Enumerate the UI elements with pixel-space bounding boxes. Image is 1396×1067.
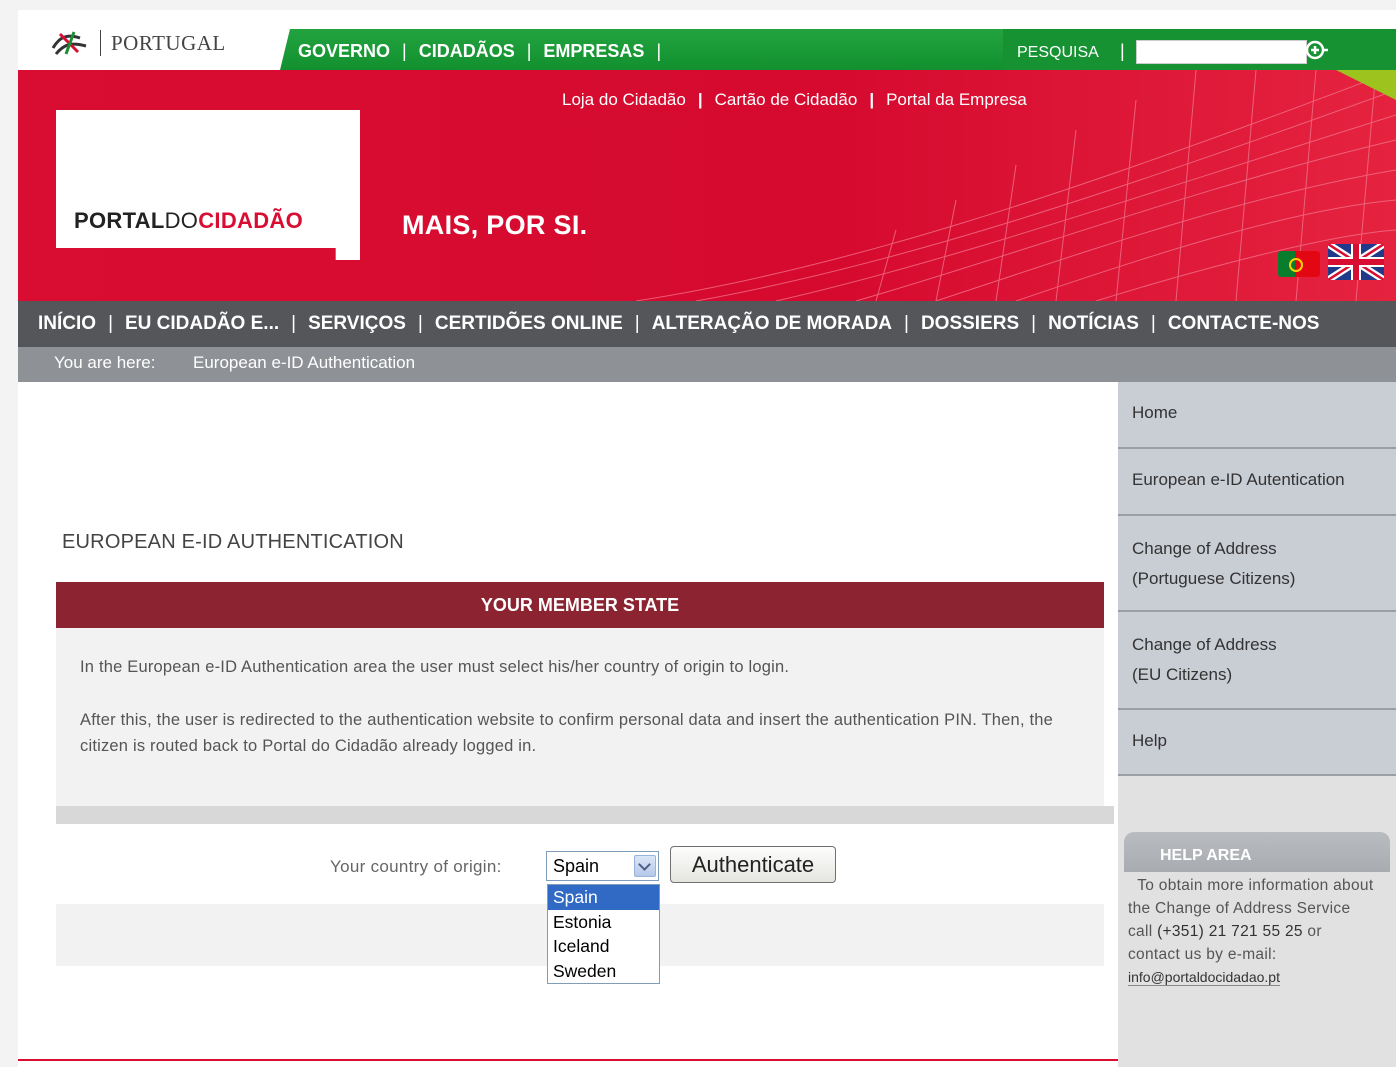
link-portal-da-empresa[interactable]: Portal da Empresa: [886, 90, 1027, 110]
info-paragraph-1: In the European e-ID Authentication area…: [80, 658, 790, 676]
brand-wordmark: PORTALDOCIDADÃO: [74, 208, 303, 234]
portal-do-cidadao-logo[interactable]: PORTALDOCIDADÃO: [56, 110, 360, 260]
brand-cidadao: CIDADÃO: [198, 208, 303, 233]
portugal-emblem-icon: [51, 31, 87, 55]
nav-separator: |: [108, 313, 113, 334]
mainnav-servicos[interactable]: SERVIÇOS: [308, 313, 406, 335]
mainnav-noticias[interactable]: NOTÍCIAS: [1048, 313, 1139, 335]
help-area-title: HELP AREA: [1160, 847, 1252, 864]
logo-corner-icon: [336, 231, 360, 255]
sidebar-item-sublabel: (EU Citizens): [1132, 665, 1233, 684]
country-option-sweden[interactable]: Sweden: [548, 959, 659, 984]
sidebar-item-label: Change of Address: [1132, 539, 1277, 558]
authenticate-button[interactable]: Authenticate: [670, 846, 836, 883]
portugal-logo-text: PORTUGAL: [111, 30, 226, 55]
country-dropdown-list: Spain Estonia Iceland Sweden: [547, 884, 660, 984]
link-cartao-de-cidadao[interactable]: Cartão de Cidadão: [715, 90, 858, 110]
breadcrumb-current[interactable]: European e-ID Authentication: [193, 353, 415, 373]
mainnav-eu-cidadao[interactable]: EU CIDADÃO E...: [125, 313, 279, 335]
sidebar-item-home[interactable]: Home: [1118, 382, 1396, 449]
nav-separator: |: [291, 313, 297, 334]
nav-separator: |: [402, 41, 407, 61]
help-phone: (+351) 21 721 55 25: [1157, 923, 1303, 940]
nav-separator: |: [656, 41, 662, 61]
sidebar-item-label: European e-ID Autentication: [1132, 470, 1345, 489]
footer-divider: [18, 1059, 1118, 1061]
chevron-down-icon[interactable]: [634, 855, 656, 877]
help-area-text: To obtain more information about the Cha…: [1128, 874, 1378, 966]
header-banner: Loja do Cidadão | Cartão de Cidadão | Po…: [18, 70, 1396, 301]
country-select[interactable]: Spain: [546, 851, 659, 881]
nav-empresas[interactable]: EMPRESAS: [543, 41, 644, 62]
audience-nav: GOVERNO | CIDADÃOS | EMPRESAS |: [298, 41, 673, 62]
uk-flag-icon[interactable]: [1328, 244, 1384, 280]
mainnav-alteracao-de-morada[interactable]: ALTERAÇÃO DE MORADA: [652, 313, 892, 335]
nav-governo[interactable]: GOVERNO: [298, 41, 390, 62]
page: PORTUGAL GOVERNO | CIDADÃOS | EMPRESAS |…: [18, 10, 1396, 1067]
service-links: Loja do Cidadão | Cartão de Cidadão | Po…: [562, 90, 1027, 110]
slogan: MAIS, POR SI.: [402, 210, 588, 240]
main-nav: INÍCIO | EU CIDADÃO E... | SERVIÇOS | CE…: [18, 301, 1396, 347]
country-option-spain[interactable]: Spain: [548, 885, 659, 910]
nav-cidadaos[interactable]: CIDADÃOS: [419, 41, 515, 62]
breadcrumb-label: You are here:: [54, 353, 156, 372]
info-box: In the European e-ID Authentication area…: [56, 628, 1104, 806]
help-area-header: HELP AREA: [1124, 832, 1390, 872]
link-separator: |: [869, 90, 875, 109]
nav-separator: |: [1031, 313, 1037, 334]
sidebar-item-label: Help: [1132, 731, 1167, 750]
nav-separator: |: [1150, 313, 1156, 334]
portugal-logo[interactable]: PORTUGAL: [50, 28, 226, 58]
page-title: EUROPEAN E-ID AUTHENTICATION: [62, 531, 404, 553]
mainnav-contacte-nos[interactable]: CONTACTE-NOS: [1168, 313, 1320, 335]
brand-portal: PORTAL: [74, 208, 165, 233]
member-state-title: YOUR MEMBER STATE: [480, 595, 680, 615]
nav-separator: |: [904, 313, 909, 334]
flag-emblem: [1289, 258, 1303, 272]
nav-separator: |: [526, 41, 532, 61]
sidebar-item-change-address-eu[interactable]: Change of Address (EU Citizens): [1118, 612, 1396, 710]
country-select-value: Spain: [553, 856, 600, 876]
logo-divider: [100, 30, 101, 56]
brand-do: DO: [164, 208, 199, 233]
search-separator: |: [1120, 41, 1125, 61]
sidebar-item-label: Home: [1132, 403, 1178, 422]
sidebar-item-label: Change of Address: [1132, 635, 1277, 654]
sidebar-item-help[interactable]: Help: [1118, 710, 1396, 776]
nav-separator: |: [634, 313, 640, 334]
sidebar-item-change-address-pt[interactable]: Change of Address (Portuguese Citizens): [1118, 516, 1396, 612]
portuguese-flag-icon[interactable]: [1278, 251, 1320, 277]
member-state-header: YOUR MEMBER STATE: [56, 582, 1104, 628]
sidebar-item-sublabel: (Portuguese Citizens): [1132, 569, 1296, 588]
mainnav-certidoes-online[interactable]: CERTIDÕES ONLINE: [435, 313, 623, 335]
link-loja-do-cidadao[interactable]: Loja do Cidadão: [562, 90, 686, 110]
search-input[interactable]: [1136, 40, 1307, 64]
country-option-iceland[interactable]: Iceland: [548, 934, 659, 959]
help-email-link[interactable]: info@portaldocidadao.pt: [1128, 969, 1280, 986]
search-label: PESQUISA: [1017, 44, 1099, 61]
divider-strip: [56, 806, 1114, 824]
search-go-icon[interactable]: [1305, 38, 1329, 62]
breadcrumb: You are here: European e-ID Authenticati…: [18, 347, 1396, 382]
country-option-estonia[interactable]: Estonia: [548, 910, 659, 935]
info-paragraph-2: After this, the user is redirected to th…: [80, 711, 1054, 755]
country-label: Your country of origin:: [330, 857, 502, 876]
nav-separator: |: [417, 313, 423, 334]
link-separator: |: [697, 90, 703, 109]
sidebar-item-eid-authentication[interactable]: European e-ID Autentication: [1118, 449, 1396, 516]
mainnav-dossiers[interactable]: DOSSIERS: [921, 313, 1019, 335]
mainnav-inicio[interactable]: INÍCIO: [38, 313, 96, 335]
